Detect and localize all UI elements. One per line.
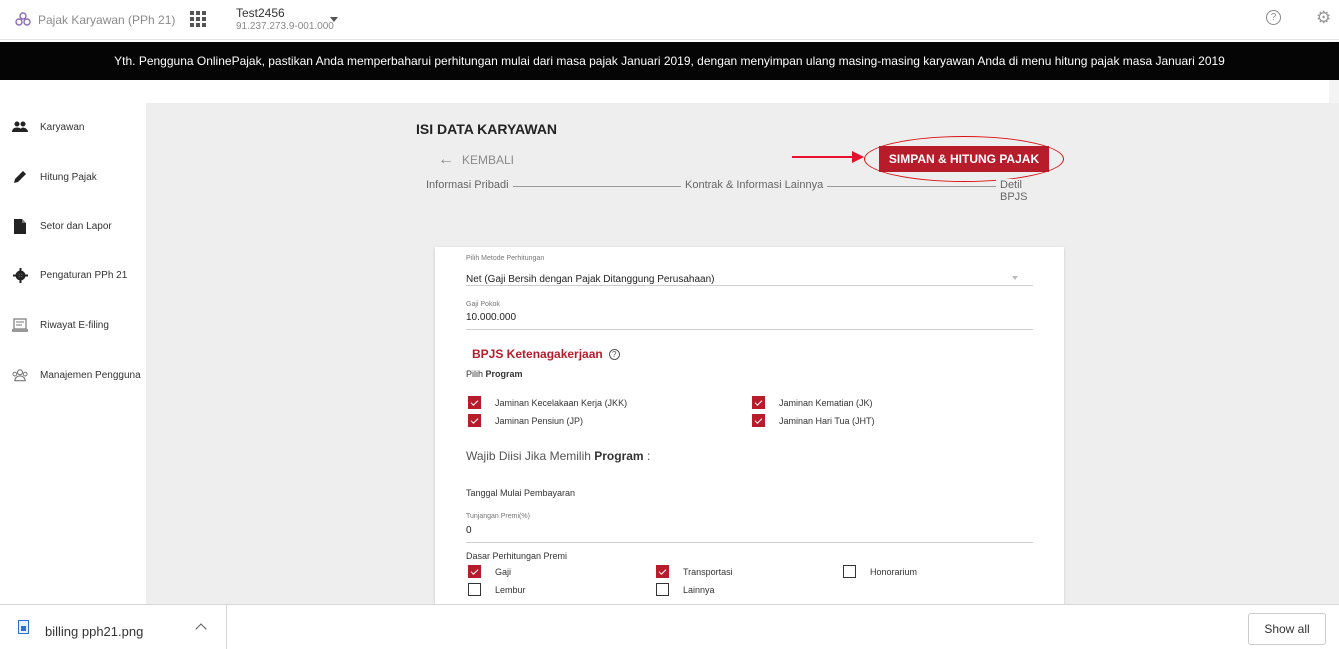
company-npwp: 91.237.273.9-001.000 (236, 21, 334, 32)
info-icon[interactable]: ? (608, 348, 620, 360)
sidebar-item-manajemen-pengguna[interactable]: Manajemen Pengguna (12, 365, 141, 385)
checkbox-jht[interactable]: Jaminan Hari Tua (JHT) (752, 414, 875, 427)
sidebar-item-label: Riwayat E-filing (40, 319, 109, 331)
brand-logo-icon (15, 12, 31, 26)
checkbox-checked[interactable] (468, 565, 481, 578)
download-file-name[interactable]: billing pph21.png (45, 624, 143, 639)
sidebar-item-hitung-pajak[interactable]: Hitung Pajak (12, 167, 97, 187)
checkbox-unchecked[interactable] (843, 565, 856, 578)
bpjs-section-title: BPJS Ketenagakerjaan ? (472, 347, 620, 361)
users-manage-icon (12, 367, 28, 383)
metode-label: Pilih Metode Perhitungan (466, 255, 545, 262)
company-name: Test2456 (236, 6, 285, 20)
tunjangan-input[interactable]: 0 (466, 525, 472, 536)
checkbox-lainnya[interactable]: Lainnya (656, 583, 715, 596)
document-icon (12, 218, 28, 234)
gear-icon (12, 267, 28, 283)
dasar-perhitungan-label: Dasar Perhitungan Premi (466, 551, 568, 561)
sidebar-item-label: Pengaturan PPh 21 (40, 269, 128, 281)
app-title: Pajak Karyawan (PPh 21) (38, 13, 176, 27)
gaji-input[interactable]: 10.000.000 (466, 312, 516, 323)
checkbox-honorarium[interactable]: Honorarium (843, 565, 917, 578)
back-button[interactable]: ← KEMBALI (438, 151, 515, 168)
top-bar: Pajak Karyawan (PPh 21) Test2456 91.237.… (0, 0, 1339, 40)
download-bar: billing pph21.png Show all (0, 604, 1339, 649)
checkbox-jk[interactable]: Jaminan Kematian (JK) (752, 396, 873, 409)
checkbox-transportasi[interactable]: Transportasi (656, 565, 733, 578)
checkbox-jp[interactable]: Jaminan Pensiun (JP) (468, 414, 583, 427)
download-item[interactable]: billing pph21.png (0, 605, 227, 649)
field-underline (466, 329, 1033, 330)
bpjs-form-card: Pilih Metode Perhitungan Net (Gaji Bersi… (435, 247, 1064, 604)
sidebar-item-label: Karyawan (40, 121, 85, 133)
step-kontrak[interactable]: Kontrak & Informasi Lainnya (681, 179, 828, 191)
sidebar-item-label: Setor dan Lapor (40, 220, 112, 232)
sidebar: Karyawan Hitung Pajak Setor dan Lapor Pe… (0, 103, 146, 604)
metode-select[interactable]: Net (Gaji Bersih dengan Pajak Ditanggung… (466, 274, 715, 285)
brand[interactable]: Pajak Karyawan (PPh 21) (14, 11, 175, 29)
gaji-label: Gaji Pokok (466, 301, 500, 308)
chevron-up-icon[interactable] (195, 623, 207, 635)
checkbox-unchecked[interactable] (468, 583, 481, 596)
chevron-down-icon[interactable] (1012, 276, 1018, 280)
field-underline (466, 285, 1033, 286)
people-icon (12, 119, 28, 135)
field-underline (466, 542, 1033, 543)
checkbox-checked[interactable] (752, 396, 765, 409)
sidebar-item-label: Hitung Pajak (40, 171, 97, 183)
sidebar-item-pengaturan[interactable]: Pengaturan PPh 21 (12, 265, 127, 285)
back-label: KEMBALI (462, 153, 515, 167)
sidebar-item-riwayat-efiling[interactable]: Riwayat E-filing (12, 315, 109, 335)
checkbox-unchecked[interactable] (656, 583, 669, 596)
checkbox-checked[interactable] (752, 414, 765, 427)
image-file-icon (18, 620, 29, 634)
step-informasi-pribadi[interactable]: Informasi Pribadi (422, 179, 513, 191)
sidebar-item-setor-lapor[interactable]: Setor dan Lapor (12, 216, 112, 236)
tunjangan-label: Tunjangan Premi(%) (466, 513, 530, 520)
chevron-down-icon[interactable] (330, 17, 338, 22)
save-and-calculate-button[interactable]: SIMPAN & HITUNG PAJAK (879, 146, 1049, 172)
history-icon (12, 317, 28, 333)
checkbox-gaji[interactable]: Gaji (468, 565, 511, 578)
annotation-arrow-head (852, 151, 864, 163)
checkbox-jkk[interactable]: Jaminan Kecelakaan Kerja (JKK) (468, 396, 627, 409)
checkbox-checked[interactable] (468, 396, 481, 409)
main-content: ISI DATA KARYAWAN ← KEMBALI SIMPAN & HIT… (146, 103, 1339, 604)
pilih-program-label: Pilih Program (466, 369, 523, 379)
help-icon[interactable]: ? (1266, 10, 1281, 25)
show-all-button[interactable]: Show all (1248, 613, 1326, 645)
tanggal-mulai-field[interactable]: Tanggal Mulai Pembayaran (466, 488, 575, 498)
annotation-arrow (792, 156, 856, 158)
checkbox-lembur[interactable]: Lembur (468, 583, 526, 596)
pencil-icon (12, 169, 28, 185)
apps-grid-icon[interactable] (190, 11, 206, 27)
sidebar-item-label: Manajemen Pengguna (40, 369, 141, 381)
checkbox-checked[interactable] (656, 565, 669, 578)
step-detil-bpjs[interactable]: Detil BPJS (996, 179, 1048, 203)
company-selector[interactable]: Test2456 91.237.273.9-001.000 (236, 6, 334, 32)
checkbox-checked[interactable] (468, 414, 481, 427)
arrow-left-icon: ← (438, 151, 454, 168)
announcement-banner: Yth. Pengguna OnlinePajak, pastikan Anda… (0, 42, 1339, 80)
settings-icon[interactable]: ⚙ (1316, 9, 1333, 26)
stepper: Informasi Pribadi Kontrak & Informasi La… (422, 179, 1048, 203)
sidebar-item-karyawan[interactable]: Karyawan (12, 117, 84, 137)
wajib-diisi-label: Wajib Diisi Jika Memilih Program : (466, 449, 651, 463)
page-title: ISI DATA KARYAWAN (416, 121, 558, 137)
bpjs-title: BPJS Ketenagakerjaan (472, 347, 603, 361)
